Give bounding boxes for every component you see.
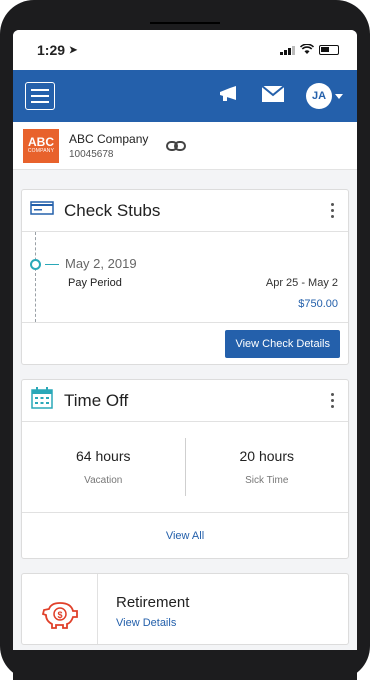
hamburger-menu-button[interactable] <box>25 82 55 110</box>
cellular-signal-icon <box>280 45 295 55</box>
stub-amount: $750.00 <box>298 298 338 310</box>
time-off-footer: View All <box>22 512 348 558</box>
link-icon[interactable] <box>166 139 187 157</box>
check-stubs-header: Check Stubs <box>22 190 348 232</box>
company-selector[interactable]: ABC COMPANY ABC Company 10045678 <box>13 122 357 170</box>
chevron-down-icon[interactable] <box>335 93 343 99</box>
stub-date: May 2, 2019 <box>65 256 137 271</box>
time-off-header: Time Off <box>22 380 348 422</box>
pay-period-range: Apr 25 - May 2 <box>265 277 338 289</box>
retirement-icon-col: $ <box>22 574 98 644</box>
time-off-balances: 64 hours Vacation 20 hours Sick Time <box>22 422 348 512</box>
view-check-details-button[interactable]: View Check Details <box>225 329 340 358</box>
timeline-line <box>35 232 36 322</box>
retirement-card: $ Retirement View Details <box>21 573 349 645</box>
sick-time-balance: 20 hours Sick Time <box>186 448 349 486</box>
top-nav-bar: JA <box>13 70 357 122</box>
battery-icon <box>319 45 339 55</box>
view-all-link[interactable]: View All <box>166 530 204 542</box>
card-title: Check Stubs <box>64 200 161 220</box>
sick-hours: 20 hours <box>239 448 294 464</box>
pay-period-label: Pay Period <box>68 277 122 289</box>
status-bar: 1:29 ➤ <box>13 30 357 70</box>
vacation-label: Vacation <box>84 475 123 486</box>
status-time: 1:29 <box>37 42 66 58</box>
check-stubs-card: Check Stubs May 2, 2019 Pay Period Apr 2… <box>21 189 349 365</box>
piggy-bank-icon: $ <box>41 599 79 634</box>
wifi-icon <box>299 42 315 57</box>
location-arrow-icon: ➤ <box>69 44 78 56</box>
check-icon <box>30 201 54 220</box>
time-off-card: Time Off 64 hours Vacation 20 hours Sick… <box>21 379 349 559</box>
sick-time-label: Sick Time <box>245 475 289 486</box>
company-logo: ABC COMPANY <box>23 128 59 163</box>
vacation-hours: 64 hours <box>76 448 131 464</box>
phone-frame: 1:29 ➤ JA ABC COMPANY ABC Company 100456… <box>0 0 370 680</box>
check-stub-entry: May 2, 2019 Pay Period Apr 25 - May 2 $7… <box>22 232 348 322</box>
mail-icon[interactable] <box>261 84 285 107</box>
speaker-grille <box>150 22 220 24</box>
view-details-link[interactable]: View Details <box>116 617 189 629</box>
timeline-dot <box>30 259 41 270</box>
avatar[interactable]: JA <box>306 83 332 109</box>
more-options-icon[interactable] <box>327 391 338 410</box>
card-title: Time Off <box>64 390 129 410</box>
retirement-title: Retirement <box>116 594 190 611</box>
company-name: ABC Company <box>69 131 149 146</box>
svg-text:$: $ <box>57 610 62 620</box>
user-menu[interactable]: JA <box>306 83 343 109</box>
phone-bottom-bezel <box>13 650 357 680</box>
megaphone-icon[interactable] <box>218 85 240 107</box>
app-screen: 1:29 ➤ JA ABC COMPANY ABC Company 100456… <box>13 30 357 660</box>
company-id: 10045678 <box>69 148 114 160</box>
more-options-icon[interactable] <box>327 201 338 220</box>
calendar-icon <box>30 387 54 414</box>
timeline-connector <box>45 264 59 265</box>
vacation-balance: 64 hours Vacation <box>22 448 185 486</box>
check-stubs-footer: View Check Details <box>22 322 348 364</box>
